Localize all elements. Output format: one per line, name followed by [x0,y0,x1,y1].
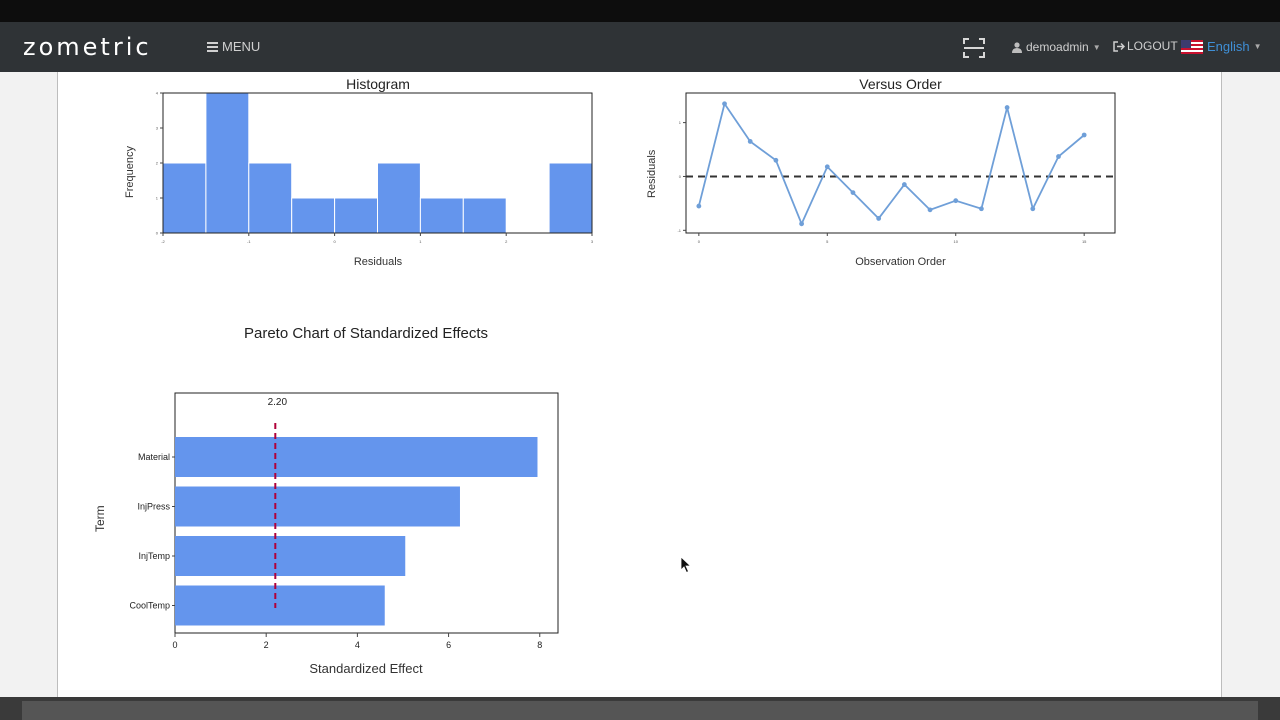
pareto-x-tick-label: 2 [264,640,269,650]
logout-icon [1113,40,1125,52]
histogram-y-tick-label: 3 [156,126,159,131]
versus-order-point [1004,105,1010,110]
histogram-xlabel: Residuals [353,256,403,268]
mouse-cursor-icon [680,556,692,574]
versus-order-point [979,206,984,212]
versus-order-x-tick-label: 0 [698,239,701,244]
logout-button[interactable]: LOGOUT [1113,39,1178,53]
versus-order-point [876,216,882,221]
versus-order-point [1056,154,1061,159]
versus-order-y-tick-label: 0 [679,174,682,179]
pareto-x-tick-label: 4 [355,640,360,650]
histogram-y-tick-label: 1 [156,196,159,201]
versus-order-point [799,221,804,227]
histogram-bar [334,197,379,234]
versus-order-point [1081,132,1087,138]
versus-order-point [850,190,856,196]
navbar: zometric MENU demoadmin ▼ LOGOUT English… [0,22,1280,72]
versus-order-x-tick-label: 5 [826,239,829,244]
histogram-bar [291,197,336,234]
versus-order-xlabel: Observation Order [855,256,946,268]
versus-order-point [824,164,830,170]
versus-order-point [722,101,727,107]
histogram-ylabel: Frequency [124,146,136,198]
pareto-x-tick-label: 0 [172,640,177,650]
scan-icon[interactable] [963,38,985,58]
histogram-bar [248,162,293,234]
histogram-bar [548,162,593,234]
histogram-y-tick-label: 2 [156,161,159,166]
versus-order-point [773,157,779,163]
versus-order-y-tick-label: 1 [679,120,682,125]
pareto-bar [175,536,406,576]
pareto-bar [175,486,460,527]
pareto-title: Pareto Chart of Standardized Effects [243,325,489,342]
histogram-y-tick-label: 4 [156,91,159,96]
histogram-bar [462,197,507,234]
pareto-bar [175,437,538,477]
logout-label: LOGOUT [1127,39,1178,53]
histogram-x-tick-label: 0 [333,239,336,244]
pareto-xlabel: Standardized Effect [309,661,423,676]
versus-order-ylabel: Residuals [646,149,658,198]
histogram-x-tick-label: -2 [161,239,165,244]
histogram-y-tick-label: 0 [156,231,159,236]
histogram-bar [377,162,421,234]
histogram-x-tick-label: 2 [505,239,508,244]
pareto-category-label: InjTemp [138,551,170,561]
pareto-category-label: CoolTemp [129,601,170,611]
versus-order-frame [685,92,1116,234]
pareto-ylabel: Term [93,505,107,532]
window-top-strip [0,0,1280,22]
chevron-down-icon: ▼ [1092,42,1101,52]
pareto-chart: Material InjPress InjTemp CoolTemp 2.20 0 2 4 6 8 [129,392,559,650]
versus-order-point [927,207,933,213]
menu-label: MENU [222,39,261,54]
histogram-x-tick-label: 1 [419,239,422,244]
versus-order-point [747,139,753,144]
versus-order-point [1030,206,1036,212]
versus-order-point [696,203,702,209]
language-label: English [1207,39,1250,54]
language-selector[interactable]: English ▼ [1181,39,1262,54]
chevron-down-icon: ▼ [1253,42,1262,51]
histogram-x-tick-label: 3 [591,239,594,244]
versus-order-point [953,198,959,204]
menu-button[interactable]: MENU [207,39,260,54]
pareto-category-label: InjPress [137,502,170,512]
pareto-bar [175,585,385,626]
us-flag-icon [1181,39,1203,54]
versus-order-x-tick-label: 15 [1082,239,1087,244]
pareto-x-tick-label: 8 [537,640,542,650]
pareto-x-tick-label: 6 [446,640,451,650]
histogram-bar [419,197,464,234]
pareto-category-label: Material [138,452,170,462]
histogram-bar [205,92,250,234]
hamburger-icon [207,42,218,52]
window-bottom-strip [0,697,1280,720]
histogram-chart: -2 -1 0 1 2 3 0 1 2 3 4 [156,91,594,245]
histogram-x-tick-label: -1 [247,239,251,244]
versus-order-y-tick-label: -1 [677,228,681,233]
brand-logo[interactable]: zometric [23,33,152,61]
pareto-reference-label: 2.20 [268,397,288,408]
histogram-bar [162,162,207,234]
versus-order-point [901,182,907,187]
user-label: demoadmin [1026,40,1089,54]
user-icon [1012,41,1022,53]
versus-order-x-tick-label: 10 [954,239,959,244]
versus-order-chart: 0 5 10 15 -1 0 1 [677,92,1116,244]
user-menu[interactable]: demoadmin ▼ [1012,40,1101,54]
